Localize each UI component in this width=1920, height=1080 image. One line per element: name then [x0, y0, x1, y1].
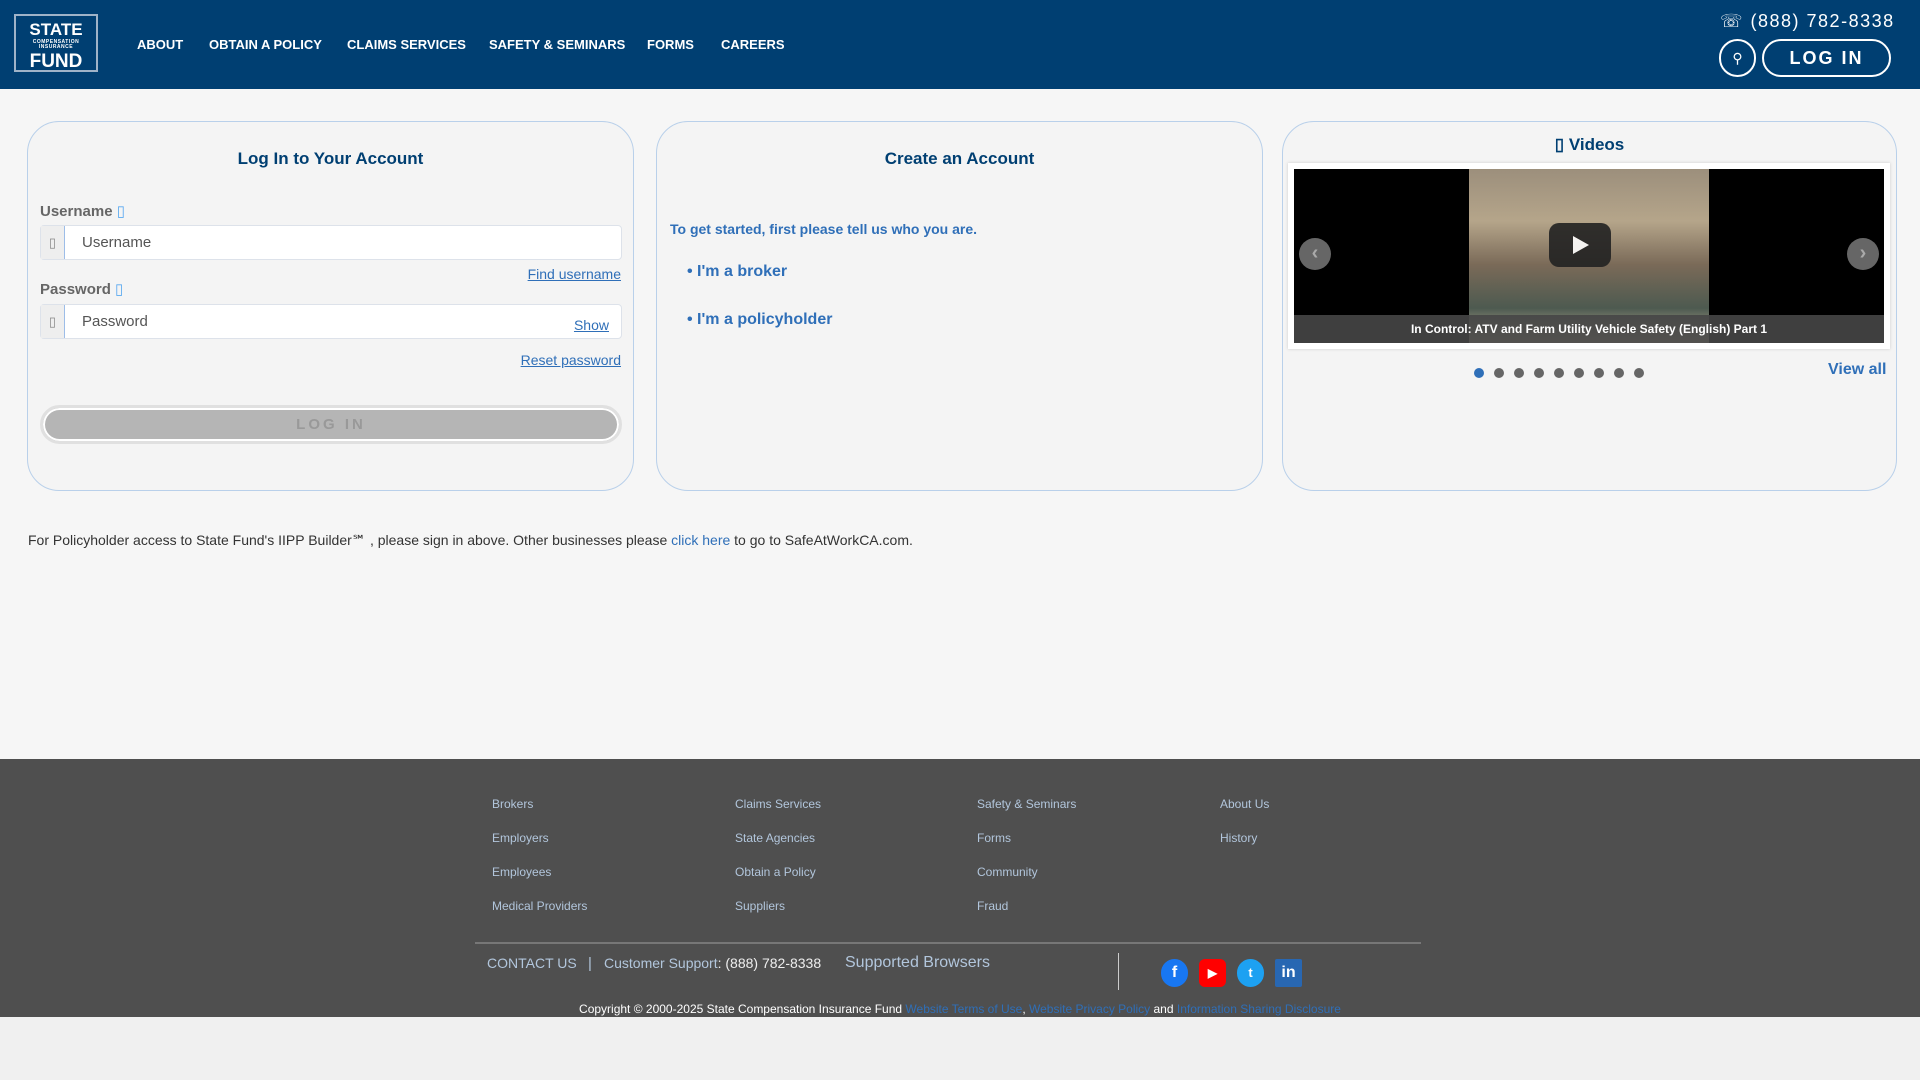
privacy-link[interactable]: Website Privacy Policy [1029, 1002, 1150, 1016]
next-arrow-icon[interactable]: › [1847, 238, 1879, 270]
nav-obtain-policy[interactable]: OBTAIN A POLICY [209, 37, 322, 52]
username-field[interactable]: ▯ [40, 225, 622, 260]
carousel-dot[interactable] [1474, 368, 1484, 378]
support-link[interactable]: Customer Support [604, 955, 718, 971]
separator: | [588, 955, 592, 972]
customer-support: Customer Support: (888) 782-8338 [604, 955, 821, 971]
phone-link[interactable]: ☏ (888) 782-8338 [1720, 11, 1895, 32]
carousel-dot[interactable] [1634, 368, 1644, 378]
footer-link[interactable]: Obtain a Policy [735, 865, 816, 879]
copyright-line: Copyright © 2000-2025 State Compensation… [579, 1002, 1341, 1016]
password-input[interactable] [65, 313, 574, 330]
create-account-panel: Create an Account To get started, first … [656, 121, 1263, 491]
contact-us-link[interactable]: CONTACT US [487, 955, 577, 971]
phone-number[interactable]: (888) 782-8338 [1751, 11, 1895, 31]
broker-link[interactable]: I'm a broker [697, 263, 787, 280]
footer-link[interactable]: Safety & Seminars [977, 797, 1076, 811]
carousel-dot[interactable] [1534, 368, 1544, 378]
footer-link[interactable]: Employers [492, 831, 549, 845]
carousel-dot[interactable] [1594, 368, 1604, 378]
video-icon: ▯ [1554, 135, 1569, 154]
linkedin-icon[interactable]: in [1275, 959, 1302, 987]
nav-forms[interactable]: FORMS [647, 37, 694, 52]
footer-link[interactable]: Brokers [492, 797, 533, 811]
carousel-dot[interactable] [1614, 368, 1624, 378]
nav-about[interactable]: ABOUT [137, 37, 183, 52]
carousel-dot[interactable] [1494, 368, 1504, 378]
password-label-text: Password [40, 281, 111, 298]
footer-link[interactable]: Employees [492, 865, 551, 879]
footer-link[interactable]: Forms [977, 831, 1011, 845]
prev-arrow-icon[interactable]: ‹ [1299, 238, 1331, 270]
and-text: and [1150, 1002, 1177, 1016]
carousel-dot[interactable] [1574, 368, 1584, 378]
footer-link[interactable]: Suppliers [735, 899, 785, 913]
logo-text: STATE [29, 20, 83, 39]
reset-password-link[interactable]: Reset password [521, 352, 621, 368]
terms-link[interactable]: Website Terms of Use [905, 1002, 1022, 1016]
policyholder-link[interactable]: I'm a policyholder [697, 311, 832, 328]
nav-claims-services[interactable]: CLAIMS SERVICES [347, 37, 466, 52]
search-icon: ⚲ [1732, 50, 1743, 66]
footer-vertical-divider [1118, 953, 1119, 990]
nav-careers[interactable]: CAREERS [721, 37, 785, 52]
phone-icon: ☏ [1720, 11, 1751, 31]
support-phone: : (888) 782-8338 [717, 955, 822, 971]
carousel-dot[interactable] [1514, 368, 1524, 378]
play-icon[interactable] [1549, 223, 1611, 267]
search-button[interactable]: ⚲ [1719, 39, 1756, 77]
nav-safety-seminars[interactable]: SAFETY & SEMINARS [489, 37, 625, 52]
footer-divider [475, 942, 1421, 944]
user-icon: ▯ [41, 226, 65, 259]
twitter-icon[interactable]: t [1237, 959, 1264, 987]
show-password-link[interactable]: Show [574, 317, 609, 333]
supported-browsers-link[interactable]: Supported Browsers [845, 954, 990, 972]
password-label: Password ▯ [40, 280, 123, 298]
login-title: Log In to Your Account [237, 149, 424, 168]
page-bottom [0, 1017, 1920, 1080]
notice-text: For Policyholder access to State Fund's … [28, 532, 672, 548]
footer-link[interactable]: Medical Providers [492, 899, 587, 913]
video-caption: In Control: ATV and Farm Utility Vehicle… [1294, 315, 1884, 343]
lock-icon: ▯ [41, 305, 65, 338]
facebook-icon[interactable]: f [1161, 959, 1188, 987]
logo-text: COMPENSATION INSURANCE [32, 39, 80, 50]
video-carousel: In Control: ATV and Farm Utility Vehicle… [1288, 163, 1890, 349]
footer-link[interactable]: About Us [1220, 797, 1269, 811]
state-fund-logo[interactable]: STATE COMPENSATION INSURANCE FUND [14, 14, 98, 72]
video-slide[interactable]: In Control: ATV and Farm Utility Vehicle… [1294, 169, 1884, 343]
broker-option[interactable]: • I'm a broker [687, 263, 787, 281]
youtube-icon[interactable]: ▶ [1199, 959, 1226, 987]
site-footer [0, 759, 1920, 1017]
disclosure-link[interactable]: Information Sharing Disclosure [1177, 1002, 1341, 1016]
iipp-notice: For Policyholder access to State Fund's … [28, 532, 913, 549]
site-header: STATE COMPENSATION INSURANCE FUND ABOUT … [0, 0, 1920, 89]
create-intro: To get started, first please tell us who… [670, 221, 978, 237]
info-icon[interactable]: ▯ [117, 203, 125, 220]
header-login-button[interactable]: LOG IN [1762, 39, 1891, 77]
click-here-link[interactable]: click here [671, 532, 730, 548]
policyholder-option[interactable]: • I'm a policyholder [687, 311, 832, 329]
logo-text: FUND [29, 51, 83, 72]
copyright-text: Copyright © 2000-2025 State Compensation… [579, 1002, 906, 1016]
create-account-title: Create an Account [884, 149, 1035, 168]
videos-title-text: Videos [1568, 135, 1625, 154]
notice-text: to go to SafeAtWorkCA.com. [730, 532, 913, 548]
footer-link[interactable]: Community [977, 865, 1038, 879]
videos-title: ▯ Videos [1283, 135, 1896, 155]
username-input[interactable] [65, 234, 621, 251]
footer-link[interactable]: Claims Services [735, 797, 821, 811]
username-label-text: Username [40, 203, 113, 220]
view-all-link[interactable]: View all [1828, 361, 1886, 379]
footer-link[interactable]: State Agencies [735, 831, 815, 845]
footer-link[interactable]: Fraud [977, 899, 1008, 913]
footer-link[interactable]: History [1220, 831, 1257, 845]
carousel-dot[interactable] [1554, 368, 1564, 378]
password-field[interactable]: ▯ Show [40, 304, 622, 339]
find-username-link[interactable]: Find username [528, 266, 621, 282]
login-button[interactable]: LOG IN [40, 405, 622, 444]
info-icon[interactable]: ▯ [115, 281, 123, 298]
username-label: Username ▯ [40, 202, 125, 220]
